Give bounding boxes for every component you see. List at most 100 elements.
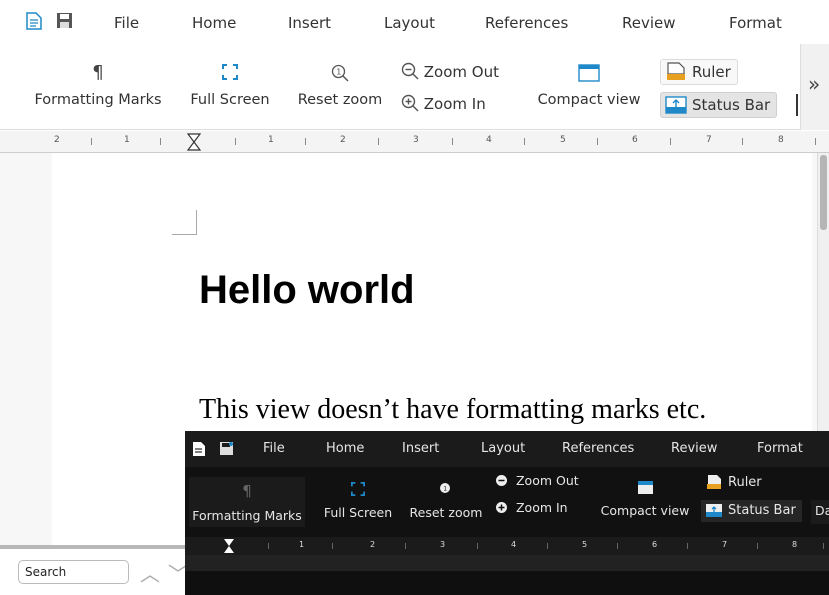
full-screen-button[interactable]: Full Screen — [186, 64, 274, 108]
menu-layout[interactable]: Layout — [384, 14, 435, 32]
dark-formatting-marks-button[interactable]: ¶ Formatting Marks — [189, 477, 305, 527]
dark-overflow-button[interactable]: Da — [811, 500, 829, 524]
dark-reset-zoom-label: Reset zoom — [409, 505, 483, 520]
dark-menu-review[interactable]: Review — [671, 441, 717, 456]
menu-home[interactable]: Home — [192, 14, 236, 32]
dark-menu-file[interactable]: File — [263, 441, 285, 456]
reset-zoom-icon: 1 — [293, 64, 387, 86]
dark-indent-marker-icon[interactable] — [223, 538, 235, 554]
ruler-tick — [160, 138, 161, 145]
ruler-label: 2 — [340, 135, 346, 145]
dark-full-screen-icon — [319, 482, 397, 499]
status-bar-label: Status Bar — [692, 96, 771, 114]
dark-save-icon[interactable] — [219, 441, 234, 460]
dark-status-bar-toggle[interactable]: Status Bar — [701, 500, 802, 522]
dark-zoom-in-button[interactable]: Zoom In — [495, 500, 568, 515]
ruler-toggle[interactable]: Ruler — [660, 59, 738, 85]
reset-zoom-label: Reset zoom — [297, 92, 383, 108]
dark-ruler-tick — [477, 543, 478, 549]
full-screen-label: Full Screen — [190, 92, 270, 108]
dark-ruler-label: 2 — [370, 540, 376, 549]
pilcrow-icon: ¶ — [92, 62, 104, 83]
ruler-tick — [815, 138, 816, 145]
status-bar-toggle[interactable]: Status Bar — [660, 92, 778, 118]
menu-insert[interactable]: Insert — [288, 14, 331, 32]
ruler-label: 1 — [268, 135, 274, 145]
dark-ruler-icon — [707, 475, 721, 489]
dark-status-bar-label: Status Bar — [728, 503, 796, 518]
dark-menu-references[interactable]: References — [562, 441, 634, 456]
reset-zoom-button[interactable]: 1 Reset zoom — [293, 64, 387, 108]
scrollbar-thumb[interactable] — [820, 155, 827, 230]
ruler-tick — [452, 138, 453, 145]
ruler-label: 8 — [778, 135, 784, 145]
dark-ruler-tick — [823, 543, 824, 549]
zoom-in-icon — [401, 94, 419, 112]
zoom-out-icon — [401, 62, 419, 80]
dark-compact-view-label: Compact view — [600, 503, 690, 518]
formatting-marks-button[interactable]: ¶ Formatting Marks — [28, 62, 168, 109]
dark-formatting-marks-label: Formatting Marks — [192, 508, 302, 523]
formatting-marks-label: Formatting Marks — [34, 92, 162, 108]
dark-menu-bar: File Home Insert Layout References Revie… — [185, 431, 829, 467]
menu-references[interactable]: References — [485, 14, 568, 32]
dark-ruler-toggle[interactable]: Ruler — [701, 472, 768, 494]
ruler-tick — [235, 138, 236, 145]
ruler-label: 7 — [706, 135, 712, 145]
dark-menu-format[interactable]: Format — [757, 441, 803, 456]
ruler-label: 2 — [54, 135, 60, 145]
ruler-label: Ruler — [692, 63, 731, 81]
full-screen-icon — [186, 64, 274, 84]
compact-view-icon — [531, 64, 647, 86]
overflow-item-edge — [796, 94, 798, 116]
dark-window: File Home Insert Layout References Revie… — [185, 431, 829, 595]
dark-horizontal-ruler[interactable]: 1 2 3 4 5 6 7 8 — [185, 537, 829, 555]
dark-ruler-tick — [687, 543, 688, 549]
dark-document-icon[interactable] — [192, 441, 206, 461]
document-paragraph[interactable]: This view doesn’t have formatting marks … — [199, 394, 706, 426]
dark-ruler-label: 4 — [511, 540, 517, 549]
zoom-out-button[interactable]: Zoom Out — [401, 62, 499, 81]
search-previous-icon[interactable]: ︿ — [140, 558, 160, 587]
ruler-tick — [305, 138, 306, 145]
menu-file[interactable]: File — [114, 14, 139, 32]
ribbon-toolbar: ¶ Formatting Marks Full Screen 1 Reset z… — [0, 44, 800, 130]
svg-text:1: 1 — [443, 486, 447, 493]
save-icon[interactable] — [56, 12, 74, 30]
indent-marker-icon[interactable] — [187, 133, 201, 151]
dark-zoom-out-button[interactable]: Zoom Out — [495, 473, 579, 488]
dark-document-area[interactable] — [185, 571, 829, 595]
dark-menu-layout[interactable]: Layout — [481, 441, 525, 456]
ruler-tick — [378, 138, 379, 145]
svg-text:1: 1 — [336, 68, 341, 77]
dark-menu-home[interactable]: Home — [326, 441, 364, 456]
ruler-label: 3 — [413, 135, 419, 145]
ribbon-more-button[interactable]: » — [808, 72, 820, 96]
ruler-label: 1 — [124, 135, 130, 145]
ruler-tick — [597, 138, 598, 145]
compact-view-label: Compact view — [537, 92, 641, 108]
dark-compact-view-button[interactable]: Compact view — [597, 477, 693, 518]
dark-reset-zoom-button[interactable]: 1 Reset zoom — [407, 477, 485, 520]
document-icon[interactable] — [26, 12, 44, 30]
horizontal-ruler[interactable]: 2 1 1 2 3 4 5 6 7 8 — [0, 131, 829, 153]
ruler-icon — [667, 62, 685, 80]
zoom-in-button[interactable]: Zoom In — [401, 94, 486, 113]
dark-ruler-tick — [332, 543, 333, 549]
dark-menu-insert[interactable]: Insert — [402, 441, 439, 456]
dark-full-screen-button[interactable]: Full Screen — [319, 477, 397, 520]
dark-ruler-label: 1 — [299, 540, 305, 549]
menu-format[interactable]: Format — [729, 14, 782, 32]
ruler-tick — [670, 138, 671, 145]
search-input[interactable] — [18, 560, 129, 584]
ruler-label: 4 — [486, 135, 492, 145]
ruler-tick — [524, 138, 525, 145]
dark-status-bar-icon — [706, 504, 722, 517]
dark-reset-zoom-icon: 1 — [407, 482, 485, 499]
document-heading[interactable]: Hello world — [199, 268, 415, 313]
compact-view-button[interactable]: Compact view — [531, 64, 647, 108]
menu-review[interactable]: Review — [622, 14, 676, 32]
ruler-tick — [742, 138, 743, 145]
dark-overflow-label: Da — [815, 503, 829, 518]
dark-ruler-tick — [547, 543, 548, 549]
